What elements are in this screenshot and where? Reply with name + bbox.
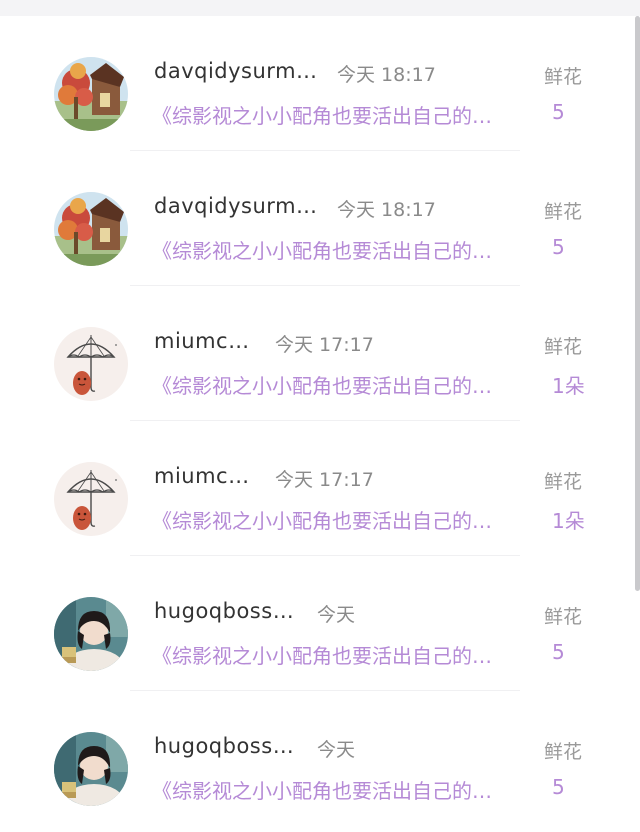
gift-records-page: davqidysurm… 今天 18:17 鲜花 《综影视之小小配角也要活出自己…: [0, 0, 640, 832]
book-title-link[interactable]: 《综影视之小小配角也要活出自己的…: [152, 235, 532, 264]
scrollbar[interactable]: [635, 16, 640, 591]
list-item[interactable]: davqidysurm… 今天 18:17 鲜花 《综影视之小小配角也要活出自己…: [0, 16, 640, 151]
timestamp: 今天: [317, 739, 356, 761]
list-item[interactable]: hugoqboss… 今天 鲜花 《综影视之小小配角也要活出自己的… 5: [0, 691, 640, 826]
tree-house-avatar-icon[interactable]: [54, 192, 128, 266]
gift-count: 1朵: [552, 509, 585, 533]
gift-type-label: 鲜花: [544, 201, 583, 223]
timestamp: 今天: [317, 604, 356, 626]
list-item[interactable]: hugoqboss… 今天 鲜花 《综影视之小小配角也要活出自己的… 5: [0, 556, 640, 691]
gift-count: 5: [552, 775, 565, 799]
list-item[interactable]: miumc… 今天 17:17 鲜花 《综影视之小小配角也要活出自己的… 1朵: [0, 421, 640, 556]
username[interactable]: hugoqboss…: [154, 734, 294, 758]
username[interactable]: davqidysurm…: [154, 59, 318, 83]
book-title-link[interactable]: 《综影视之小小配角也要活出自己的…: [152, 640, 532, 669]
book-title-link[interactable]: 《综影视之小小配角也要活出自己的…: [152, 100, 532, 129]
gift-type-label: 鲜花: [544, 471, 583, 493]
username[interactable]: miumc…: [154, 464, 250, 488]
girl-portrait-avatar-icon[interactable]: [54, 597, 128, 671]
username[interactable]: miumc…: [154, 329, 250, 353]
list-item[interactable]: davqidysurm… 今天 18:17 鲜花 《综影视之小小配角也要活出自己…: [0, 151, 640, 286]
tree-house-avatar-icon[interactable]: [54, 57, 128, 131]
book-title-link[interactable]: 《综影视之小小配角也要活出自己的…: [152, 775, 532, 804]
umbrella-avatar-icon[interactable]: [54, 327, 128, 401]
gift-count: 5: [552, 640, 565, 664]
umbrella-avatar-icon[interactable]: [54, 462, 128, 536]
timestamp: 今天 17:17: [275, 334, 374, 356]
timestamp: 今天 18:17: [337, 64, 436, 86]
gift-type-label: 鲜花: [544, 606, 583, 628]
gift-list[interactable]: davqidysurm… 今天 18:17 鲜花 《综影视之小小配角也要活出自己…: [0, 16, 640, 832]
girl-portrait-avatar-icon[interactable]: [54, 732, 128, 806]
gift-count: 5: [552, 100, 565, 124]
username[interactable]: davqidysurm…: [154, 194, 318, 218]
gift-type-label: 鲜花: [544, 336, 583, 358]
timestamp: 今天 17:17: [275, 469, 374, 491]
username[interactable]: hugoqboss…: [154, 599, 294, 623]
gift-count: 1朵: [552, 374, 585, 398]
timestamp: 今天 18:17: [337, 199, 436, 221]
gift-type-label: 鲜花: [544, 741, 583, 763]
top-strip: [0, 0, 640, 16]
list-item[interactable]: miumc… 今天 17:17 鲜花 《综影视之小小配角也要活出自己的… 1朵: [0, 286, 640, 421]
gift-count: 5: [552, 235, 565, 259]
book-title-link[interactable]: 《综影视之小小配角也要活出自己的…: [152, 370, 532, 399]
book-title-link[interactable]: 《综影视之小小配角也要活出自己的…: [152, 505, 532, 534]
gift-type-label: 鲜花: [544, 66, 583, 88]
